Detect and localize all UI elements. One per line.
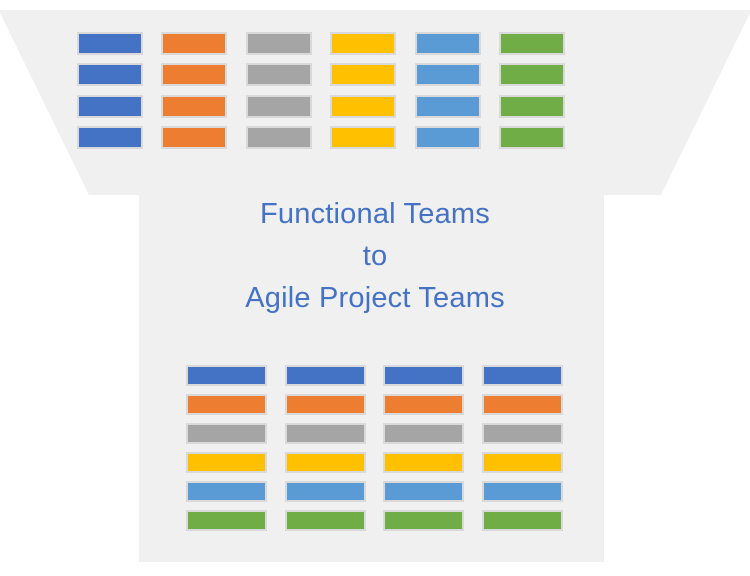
functional-bar[interactable] [77, 94, 143, 118]
functional-bar[interactable] [245, 125, 312, 149]
agile-project-teams-grid [186, 365, 563, 531]
agile-bar[interactable] [186, 510, 267, 531]
functional-bar[interactable] [330, 32, 397, 55]
functional-bar[interactable] [414, 63, 481, 87]
functional-bar[interactable] [498, 125, 565, 149]
functional-bar[interactable] [77, 63, 143, 87]
functional-teams-grid [77, 32, 665, 149]
agile-bar[interactable] [481, 365, 563, 386]
functional-bar[interactable] [498, 94, 565, 118]
agile-bar[interactable] [383, 481, 465, 502]
functional-bar[interactable] [161, 32, 228, 55]
agile-bar[interactable] [383, 394, 465, 415]
diagram-canvas: Functional Teams to Agile Project Teams [0, 0, 750, 576]
diagram-caption: Functional Teams to Agile Project Teams [0, 193, 750, 319]
agile-bar[interactable] [383, 510, 465, 531]
agile-bar[interactable] [284, 394, 366, 415]
agile-bar[interactable] [481, 481, 563, 502]
functional-bar[interactable] [330, 63, 397, 87]
agile-bar[interactable] [186, 423, 267, 444]
agile-bar[interactable] [284, 481, 366, 502]
functional-bar[interactable] [330, 125, 397, 149]
functional-bar[interactable] [498, 63, 565, 87]
agile-bar[interactable] [186, 452, 267, 473]
agile-bar[interactable] [186, 365, 267, 386]
agile-bar[interactable] [481, 452, 563, 473]
agile-bar[interactable] [284, 365, 366, 386]
functional-bar[interactable] [77, 125, 143, 149]
agile-bar[interactable] [186, 481, 267, 502]
agile-bar[interactable] [481, 510, 563, 531]
agile-bar[interactable] [383, 452, 465, 473]
agile-bar[interactable] [284, 510, 366, 531]
functional-bar[interactable] [161, 63, 228, 87]
caption-line-2: to [362, 240, 388, 272]
functional-bar[interactable] [245, 94, 312, 118]
agile-bar[interactable] [481, 423, 563, 444]
functional-bar[interactable] [330, 94, 397, 118]
functional-bar[interactable] [414, 32, 481, 55]
agile-bar[interactable] [186, 394, 267, 415]
functional-bar[interactable] [245, 32, 312, 55]
functional-bar[interactable] [245, 63, 312, 87]
agile-bar[interactable] [383, 365, 465, 386]
functional-bar[interactable] [161, 94, 228, 118]
caption-line-1: Functional Teams [260, 198, 490, 230]
agile-bar[interactable] [284, 423, 366, 444]
functional-bar[interactable] [414, 94, 481, 118]
caption-line-3: Agile Project Teams [245, 282, 505, 314]
functional-bar[interactable] [77, 32, 143, 55]
functional-bar[interactable] [498, 32, 565, 55]
functional-bar[interactable] [161, 125, 228, 149]
agile-bar[interactable] [481, 394, 563, 415]
agile-bar[interactable] [383, 423, 465, 444]
functional-bar[interactable] [414, 125, 481, 149]
agile-bar[interactable] [284, 452, 366, 473]
